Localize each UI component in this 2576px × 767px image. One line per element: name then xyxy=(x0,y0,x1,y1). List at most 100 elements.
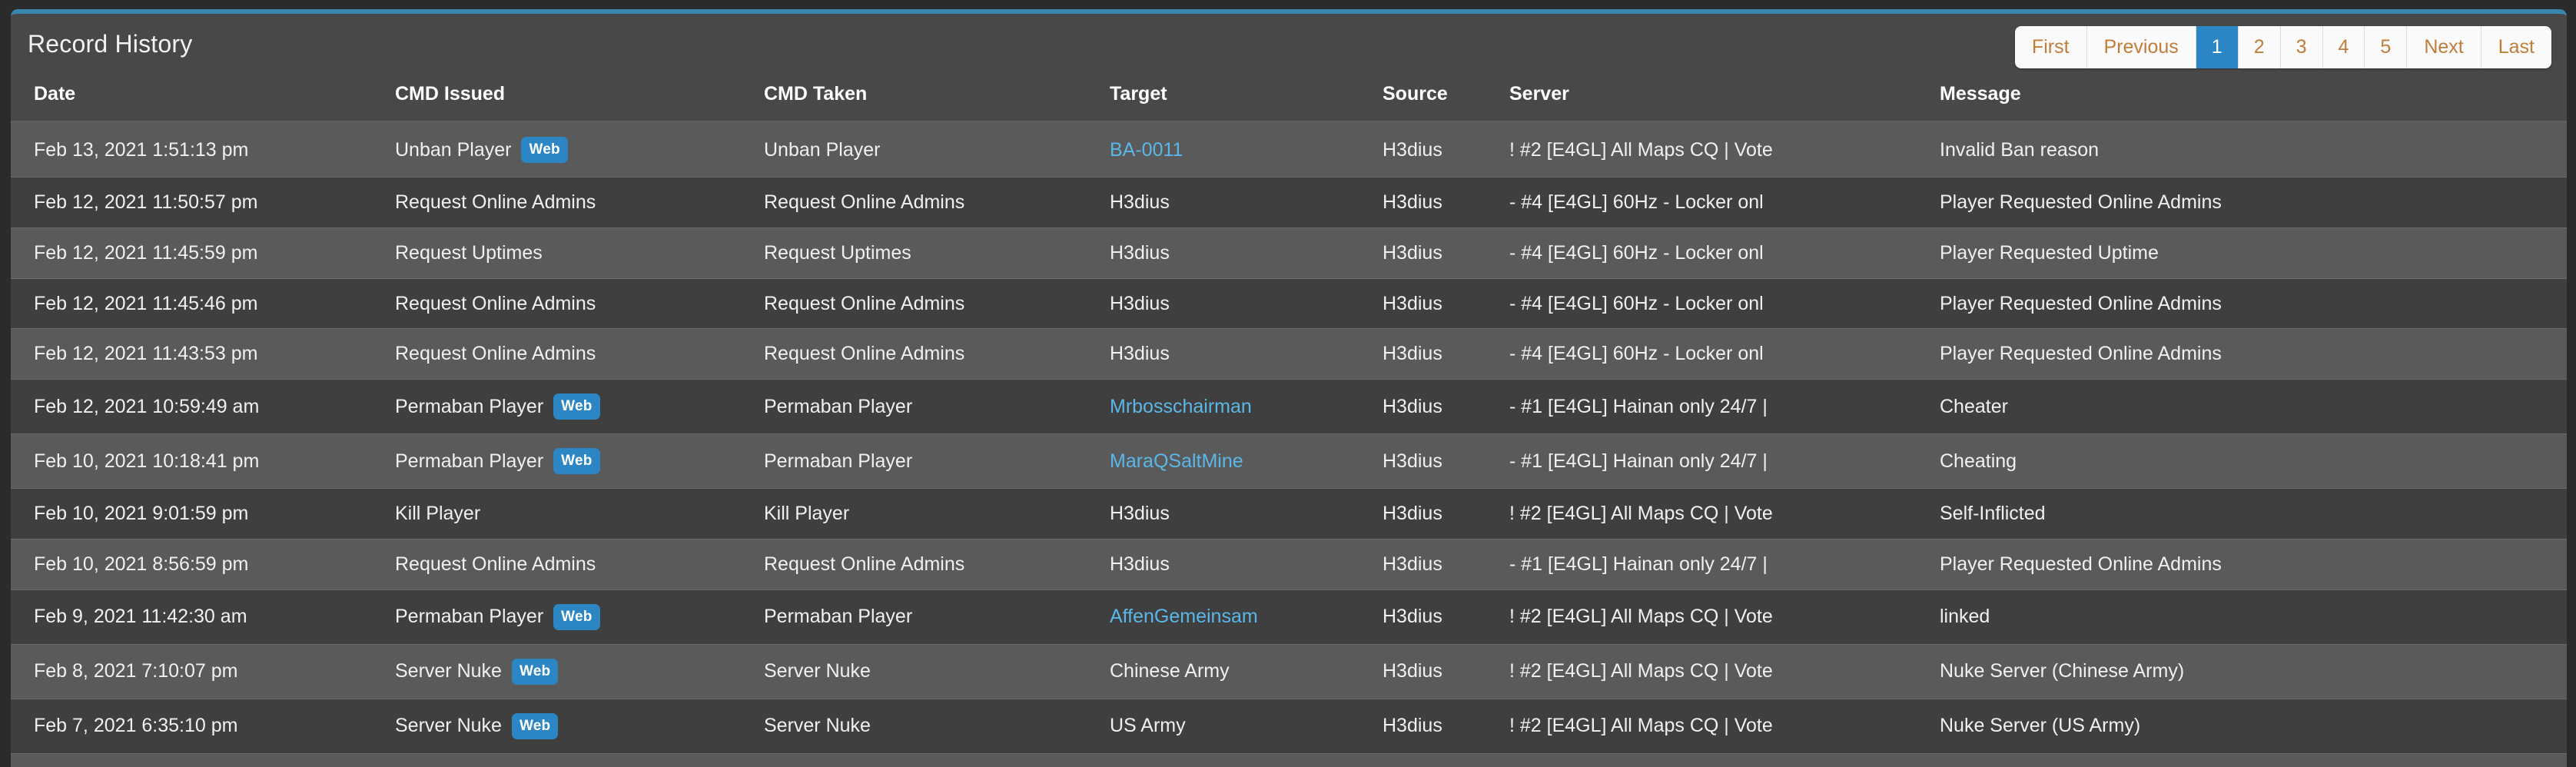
column-header-source[interactable]: Source xyxy=(1383,74,1509,123)
cell-cmd-taken: Request Online Admins xyxy=(764,177,1110,228)
table-row[interactable]: Feb 7, 2021 6:35:10 pm Server Nuke Web Serv… xyxy=(11,698,2567,753)
cell-source: H3dius xyxy=(1383,328,1509,380)
cell-message: Player Requested Online Admins xyxy=(1940,538,2567,589)
cell-date: Feb 12, 2021 11:45:59 pm xyxy=(11,227,395,278)
cell-message: Cheating xyxy=(1940,433,2567,489)
table-row[interactable]: Feb 8, 2021 7:10:07 pm Server Nuke Web Serv… xyxy=(11,643,2567,699)
target-link[interactable]: AffenGemeinsam xyxy=(1110,606,1258,627)
table-header: Date CMD Issued CMD Taken Target Source … xyxy=(11,74,2567,123)
pagination-previous-button[interactable]: Previous xyxy=(2086,26,2196,68)
cell-source: H3dius xyxy=(1383,277,1509,329)
cell-cmd-issued: Permaban Player Web xyxy=(395,433,764,489)
target-link[interactable]: MaraQSaltMine xyxy=(1110,450,1243,472)
pagination-page-5[interactable]: 5 xyxy=(2365,26,2408,68)
cmd-issued-wrapper: Kill Player xyxy=(395,503,764,525)
table-row[interactable]: Feb 10, 2021 10:18:41 pm Permaban Player W… xyxy=(11,433,2567,489)
pagination-last-button[interactable]: Last xyxy=(2481,26,2551,68)
cell-cmd-taken: Server Nuke xyxy=(764,698,1110,753)
cmd-issued-wrapper: Request Online Admins xyxy=(395,293,764,315)
cell-message: Self-Inflicted xyxy=(1940,488,2567,540)
cell-server: - #4 [E4GL] 60Hz - Locker onl xyxy=(1509,227,1940,278)
cell-message: Invalid Ban reason xyxy=(1940,121,2567,178)
column-header-server[interactable]: Server xyxy=(1509,74,1940,123)
cell-target: Mrbosschairman xyxy=(1110,379,1383,434)
cell-cmd-issued: Request Online Admins xyxy=(395,538,764,589)
table-row[interactable]: Feb 9, 2021 11:42:30 am Permaban Player We… xyxy=(11,589,2567,644)
cell-cmd-taken: Kill Player xyxy=(764,488,1110,540)
cell-source: H3dius xyxy=(1383,538,1509,589)
table-row[interactable]: Feb 13, 2021 1:51:13 pm Unban Player Web Un… xyxy=(11,121,2567,178)
cell-message: Player Requested Online Admins xyxy=(1940,277,2567,329)
cell-target: H3dius xyxy=(1110,177,1383,228)
cmd-issued-wrapper: Server Nuke Web xyxy=(395,712,764,739)
cell-server: ! #2 [E4GL] All Maps CQ | Vote xyxy=(1509,589,1940,644)
cmd-issued-wrapper: Permaban Player Web xyxy=(395,603,764,630)
pagination-page-1[interactable]: 1 xyxy=(2196,26,2239,68)
cell-cmd-taken: Request Online Admins xyxy=(764,277,1110,329)
cmd-issued-label: Request Uptimes xyxy=(395,241,543,264)
column-header-message[interactable]: Message xyxy=(1940,74,2567,123)
web-badge: Web xyxy=(553,448,600,474)
cell-target: H3dius xyxy=(1110,538,1383,589)
cell-date: Feb 9, 2021 11:42:30 am xyxy=(11,589,395,644)
pagination[interactable]: First Previous 1 2 3 4 5 Next Last xyxy=(2014,26,2551,68)
table-row[interactable]: Feb 10, 2021 9:01:59 pm Kill Player Kill P… xyxy=(11,488,2567,540)
column-header-cmd-issued[interactable]: CMD Issued xyxy=(395,74,764,123)
cmd-issued-wrapper: Unban Player Web xyxy=(395,137,764,163)
cmd-issued-wrapper: Request Online Admins xyxy=(395,343,764,365)
cell-date: Feb 10, 2021 10:18:41 pm xyxy=(11,433,395,489)
record-history-panel: Record History First Previous 1 2 3 4 5 … xyxy=(11,9,2567,767)
table-row[interactable]: Feb 12, 2021 11:43:53 pm Request Online A… xyxy=(11,328,2567,380)
cell-target: AffenGemeinsam xyxy=(1110,589,1383,644)
target-link[interactable]: Mrbosschairman xyxy=(1110,396,1252,417)
table-row[interactable]: Feb 12, 2021 11:45:59 pm Request Uptimes R… xyxy=(11,227,2567,278)
cell-message: Player Requested Online Admins xyxy=(1940,328,2567,380)
cmd-issued-wrapper: Server Nuke Web xyxy=(395,658,764,685)
cmd-issued-label: Permaban Player xyxy=(395,606,544,628)
cell-cmd-taken: Unban Player xyxy=(764,121,1110,178)
pagination-page-2[interactable]: 2 xyxy=(2238,26,2281,68)
cmd-issued-wrapper: Request Uptimes xyxy=(395,242,764,264)
cell-server: - #1 [E4GL] Hainan only 24/7 | xyxy=(1509,538,1940,589)
table-body: Feb 13, 2021 1:51:13 pm Unban Player Web Un… xyxy=(11,121,2567,767)
cell-server: ! #2 [E4GL] All Maps CQ | Vote xyxy=(1509,698,1940,753)
table-row[interactable]: Feb 12, 2021 10:59:49 am Permaban Player W… xyxy=(11,379,2567,434)
target-link[interactable]: BA-0011 xyxy=(1110,139,1183,161)
column-header-target[interactable]: Target xyxy=(1110,74,1383,123)
page-root: Record History First Previous 1 2 3 4 5 … xyxy=(0,0,2576,767)
web-badge: Web xyxy=(511,658,559,685)
cell-cmd-taken: Server Nuke xyxy=(764,643,1110,699)
column-header-date[interactable]: Date xyxy=(11,74,395,123)
cell-message: Player Requested Uptime xyxy=(1940,227,2567,278)
cell-date: Feb 7, 2021 6:35:10 pm xyxy=(11,698,395,753)
pagination-page-4[interactable]: 4 xyxy=(2322,26,2365,68)
cell-cmd-taken: Server Nuke xyxy=(764,752,1110,767)
cmd-issued-label: Request Online Admins xyxy=(395,343,596,365)
cell-cmd-taken: Request Uptimes xyxy=(764,227,1110,278)
cell-cmd-issued: Kill Player xyxy=(395,488,764,540)
cell-cmd-issued: Server NukeWeb xyxy=(395,752,764,767)
page-title: Record History xyxy=(28,30,193,58)
column-header-cmd-taken[interactable]: CMD Taken xyxy=(764,74,1110,123)
cell-cmd-issued: Server NukeWeb xyxy=(395,643,764,699)
pagination-page-3[interactable]: 3 xyxy=(2280,26,2323,68)
cell-message: linked xyxy=(1940,589,2567,644)
pagination-next-button[interactable]: Next xyxy=(2407,26,2481,68)
table-row[interactable]: Feb 7, 2021 6:33:30 pmServer NukeWebServ… xyxy=(11,752,2567,767)
cmd-issued-wrapper: Permaban Player Web xyxy=(395,393,764,420)
cell-server: ! #2 [E4GL] All Maps CQ | Vote xyxy=(1509,488,1940,540)
cell-date: Feb 12, 2021 10:59:49 am xyxy=(11,379,395,434)
panel-header: Record History First Previous 1 2 3 4 5 … xyxy=(11,14,2567,74)
cell-cmd-taken: Permaban Player xyxy=(764,433,1110,489)
cell-source: H3dius xyxy=(1383,227,1509,278)
table-header-row: Date CMD Issued CMD Taken Target Source … xyxy=(11,74,2567,123)
web-badge: Web xyxy=(511,712,559,739)
table-row[interactable]: Feb 12, 2021 11:50:57 pm Request Online A… xyxy=(11,177,2567,228)
web-badge: Web xyxy=(553,603,600,630)
web-badge: Web xyxy=(553,393,600,420)
table-row[interactable]: Feb 12, 2021 11:45:46 pm Request Online A… xyxy=(11,277,2567,329)
table-row[interactable]: Feb 10, 2021 8:56:59 pm Request Online Ad… xyxy=(11,538,2567,589)
cell-server: ! #2 [E4GL] All Maps CQ | Vote xyxy=(1509,643,1940,699)
cell-source: H3dius xyxy=(1383,589,1509,644)
pagination-first-button[interactable]: First xyxy=(2014,26,2087,68)
